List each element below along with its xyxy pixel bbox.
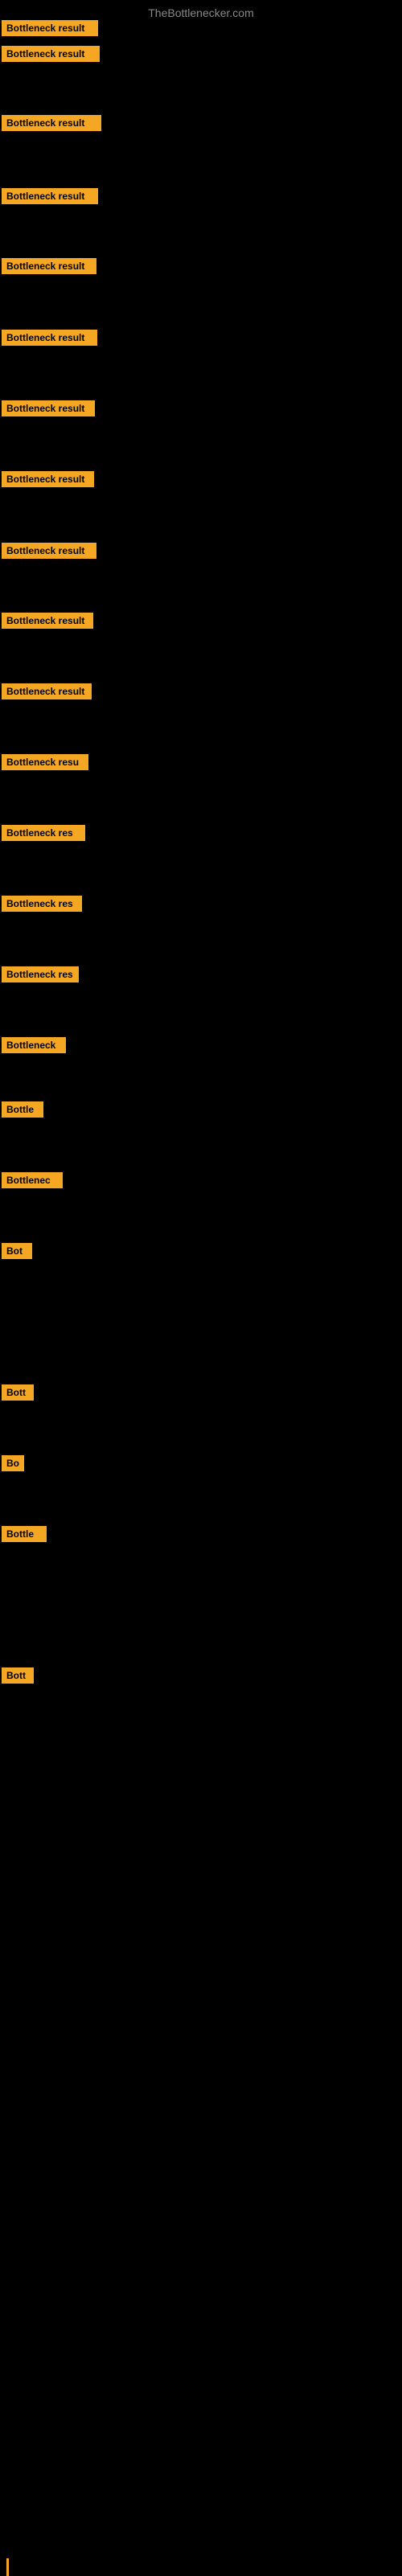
bottleneck-badge-3[interactable]: Bottleneck result	[2, 115, 101, 131]
bottleneck-badge-11[interactable]: Bottleneck result	[2, 683, 92, 699]
bottleneck-badge-5[interactable]: Bottleneck result	[2, 258, 96, 274]
bottleneck-badge-17[interactable]: Bottle	[2, 1101, 43, 1118]
bottleneck-badge-18[interactable]: Bottlenec	[2, 1172, 63, 1188]
bottleneck-badge-14[interactable]: Bottleneck res	[2, 896, 82, 912]
bottleneck-badge-10[interactable]: Bottleneck result	[2, 613, 93, 629]
site-title: TheBottlenecker.com	[0, 6, 402, 19]
bottleneck-badge-6[interactable]: Bottleneck result	[2, 330, 97, 346]
bottleneck-badge-4[interactable]: Bottleneck result	[2, 188, 98, 204]
bottleneck-badge-15[interactable]: Bottleneck res	[2, 966, 79, 982]
bottleneck-badge-13[interactable]: Bottleneck res	[2, 825, 85, 841]
bottleneck-badge-7[interactable]: Bottleneck result	[2, 400, 95, 416]
bottleneck-badge-1[interactable]: Bottleneck result	[2, 20, 98, 36]
bottleneck-badge-2[interactable]: Bottleneck result	[2, 46, 100, 62]
bottleneck-badge-23[interactable]: Bottle	[2, 1526, 47, 1542]
bottleneck-badge-16[interactable]: Bottleneck	[2, 1037, 66, 1053]
cursor-indicator-25	[6, 2558, 9, 2576]
bottleneck-badge-22[interactable]: Bo	[2, 1455, 24, 1471]
bottleneck-badge-21[interactable]: Bott	[2, 1384, 34, 1401]
bottleneck-badge-9[interactable]: Bottleneck result	[2, 543, 96, 559]
bottleneck-badge-8[interactable]: Bottleneck result	[2, 471, 94, 487]
bottleneck-badge-12[interactable]: Bottleneck resu	[2, 754, 88, 770]
bottleneck-badge-24[interactable]: Bott	[2, 1667, 34, 1684]
bottleneck-badge-19[interactable]: Bot	[2, 1243, 32, 1259]
